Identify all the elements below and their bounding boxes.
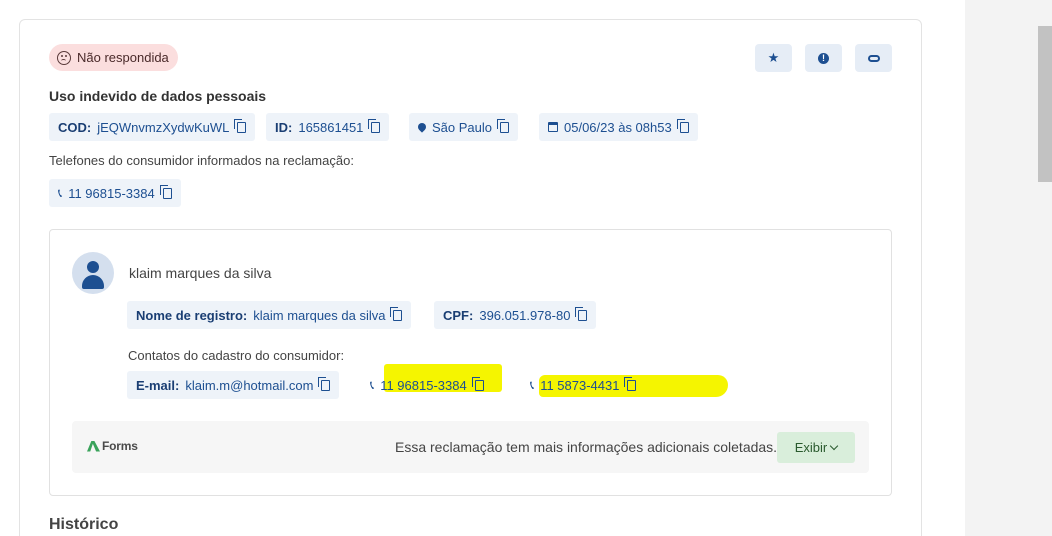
phone-icon: 📞︎ <box>58 185 63 200</box>
forms-logo-text: Forms <box>102 439 138 453</box>
registry-name-chip[interactable]: Nome de registro: klaim marques da silva <box>127 301 412 329</box>
complaint-title: Uso indevido de dados pessoais <box>49 88 267 104</box>
consumer-phone-chip-2[interactable]: 📞︎ 11 5873-4431 <box>521 371 645 399</box>
copy-icon[interactable] <box>497 118 509 133</box>
status-badge: Não respondida <box>49 44 178 71</box>
star-icon: ★ <box>767 50 780 65</box>
copy-icon[interactable] <box>234 118 247 133</box>
consumer-phone-1: 11 96815-3384 <box>380 377 467 393</box>
forms-logo-icon <box>87 440 100 452</box>
copy-icon[interactable] <box>390 306 403 321</box>
complaint-phone-chip[interactable]: 📞︎ 11 96815-3384 <box>49 179 181 207</box>
registry-value: klaim marques da silva <box>253 307 386 323</box>
consumer-name: klaim marques da silva <box>129 265 272 281</box>
alert-icon: ! <box>818 52 829 64</box>
exibir-label: Exibir <box>794 440 828 455</box>
copy-icon[interactable] <box>624 376 637 391</box>
date-value: 05/06/23 às 08h53 <box>564 119 672 135</box>
consumer-phone-2: 11 5873-4431 <box>540 377 620 393</box>
consumer-phone-chip-1[interactable]: 📞︎ 11 96815-3384 <box>361 371 493 399</box>
favorite-button[interactable]: ★ <box>755 44 792 72</box>
id-value: 165861451 <box>298 119 364 135</box>
phone-icon: 📞︎ <box>530 377 535 392</box>
exibir-button[interactable]: Exibir <box>777 432 855 463</box>
copy-icon[interactable] <box>318 376 331 391</box>
link-button[interactable] <box>855 44 892 72</box>
forms-message: Essa reclamação tem mais informações adi… <box>395 439 778 455</box>
complaint-phone-value: 11 96815-3384 <box>68 185 155 201</box>
cpf-chip[interactable]: CPF: 396.051.978-80 <box>434 301 597 329</box>
copy-icon[interactable] <box>368 118 381 133</box>
user-avatar-icon <box>72 252 114 294</box>
cpf-label: CPF: <box>443 307 474 323</box>
sad-face-icon <box>57 50 71 65</box>
link-icon <box>867 54 880 62</box>
cod-value: jEQWnvmzXydwKuWL <box>97 119 230 135</box>
email-chip[interactable]: E-mail: klaim.m@hotmail.com <box>127 371 340 399</box>
scrollbar-thumb[interactable] <box>1038 26 1052 182</box>
copy-icon[interactable] <box>575 306 588 321</box>
cod-label: COD: <box>58 119 92 135</box>
registry-label: Nome de registro: <box>136 307 248 323</box>
calendar-icon <box>548 122 558 132</box>
copy-icon[interactable] <box>471 376 484 391</box>
copy-icon[interactable] <box>676 118 689 133</box>
phone-icon: 📞︎ <box>370 377 375 392</box>
status-label: Não respondida <box>77 50 169 65</box>
cpf-value: 396.051.978-80 <box>479 307 571 323</box>
copy-icon[interactable] <box>159 184 172 199</box>
consumer-contacts-label: Contatos do cadastro do consumidor: <box>128 348 345 363</box>
email-label: E-mail: <box>136 377 180 393</box>
id-label: ID: <box>275 119 293 135</box>
forms-logo: Forms <box>87 439 138 453</box>
date-chip[interactable]: 05/06/23 às 08h53 <box>539 113 698 141</box>
history-heading: Histórico <box>49 516 119 533</box>
location-value: São Paulo <box>432 119 492 135</box>
cod-chip[interactable]: COD: jEQWnvmzXydwKuWL <box>49 113 256 141</box>
email-value: klaim.m@hotmail.com <box>185 377 314 393</box>
chevron-down-icon <box>830 441 839 451</box>
alert-button[interactable]: ! <box>805 44 842 72</box>
id-chip[interactable]: ID: 165861451 <box>266 113 390 141</box>
location-pin-icon <box>416 121 428 133</box>
location-chip[interactable]: São Paulo <box>409 113 518 141</box>
complaint-phones-label: Telefones do consumidor informados na re… <box>49 153 354 168</box>
